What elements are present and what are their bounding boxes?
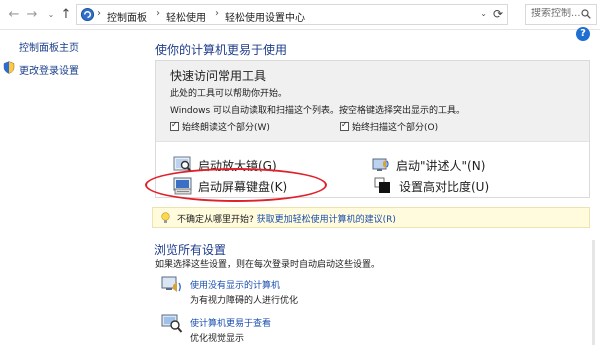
easier-to-see-icon: [161, 314, 183, 333]
tip-text: 不确定从哪里开始? 获取更加轻松使用计算机的建议(R): [177, 212, 396, 225]
make-computer-easier-to-see-desc: 优化视觉显示: [190, 334, 245, 344]
search-icon[interactable]: [581, 9, 591, 19]
quick-access-title: 快速访问常用工具: [170, 69, 267, 83]
magnifier-icon: [173, 156, 192, 173]
control-panel-home-link[interactable]: 控制面板主页: [19, 39, 79, 54]
help-icon[interactable]: ?: [576, 27, 590, 41]
no-display-icon: [161, 276, 181, 292]
always-read-label[interactable]: 始终朗读这个部分(W): [182, 120, 270, 133]
chevron-down-icon[interactable]: ⌄: [480, 9, 487, 18]
back-button[interactable]: ←: [6, 7, 22, 23]
use-computer-without-display-link[interactable]: 使用没有显示的计算机: [190, 278, 280, 291]
keyboard-icon: [173, 177, 192, 195]
start-narrator-button[interactable]: 启动"讲述人"(N): [371, 156, 511, 174]
address-bar: ← → ⌄ ↑ › 控制面板 › 轻松使用 › 轻松使用设置中心 ⌄ ⟳: [0, 0, 600, 30]
start-narrator-label[interactable]: 启动"讲述人"(N): [396, 157, 485, 174]
make-computer-easier-to-see-link[interactable]: 使计算机更易于查看: [190, 316, 271, 329]
quick-access-header: 快速访问常用工具 此处的工具可以帮助你开始。 Windows 可以自动读取和扫描…: [156, 61, 589, 142]
forward-button[interactable]: →: [24, 7, 40, 23]
breadcrumb-separator: ›: [215, 8, 219, 19]
recent-locations-dropdown[interactable]: ⌄: [43, 7, 59, 23]
quick-access-panel: 快速访问常用工具 此处的工具可以帮助你开始。 Windows 可以自动读取和扫描…: [155, 60, 590, 198]
lightbulb-icon: [161, 212, 170, 223]
vertical-scrollbar[interactable]: [589, 240, 598, 345]
breadcrumb-ease-of-access-center[interactable]: 轻松使用设置中心: [225, 9, 305, 24]
up-button[interactable]: ↑: [58, 7, 74, 23]
change-signin-settings-link[interactable]: 更改登录设置: [19, 62, 79, 77]
browse-settings-title: 浏览所有设置: [154, 243, 227, 257]
browse-settings-description: 如果选择这些设置，则在每次登录时自动启动这些设置。: [155, 260, 381, 270]
start-magnifier-button[interactable]: 启动放大镜(G): [173, 156, 313, 174]
control-panel-icon: [80, 7, 95, 22]
search-input[interactable]: [531, 8, 581, 19]
set-high-contrast-button[interactable]: 设置高对比度(U): [374, 177, 514, 195]
shield-icon: [3, 61, 15, 74]
quick-access-intro: 此处的工具可以帮助你开始。: [170, 89, 288, 99]
breadcrumb-control-panel[interactable]: 控制面板: [107, 9, 147, 24]
always-scan-checkbox[interactable]: [340, 120, 349, 131]
start-magnifier-label[interactable]: 启动放大镜(G): [198, 157, 277, 174]
page-title: 使你的计算机更易于使用: [155, 43, 288, 57]
narrator-icon: [372, 158, 389, 171]
refresh-icon[interactable]: ⟳: [493, 7, 503, 21]
always-read-checkbox[interactable]: [170, 120, 179, 131]
use-computer-without-display-desc: 为有视力障碍的人进行优化: [190, 296, 299, 306]
search-box[interactable]: [525, 4, 597, 25]
set-high-contrast-label[interactable]: 设置高对比度(U): [399, 178, 489, 195]
tip-bar: 不确定从哪里开始? 获取更加轻松使用计算机的建议(R): [152, 207, 590, 228]
breadcrumb[interactable]: › 控制面板 › 轻松使用 › 轻松使用设置中心 ⌄ ⟳: [76, 4, 508, 25]
breadcrumb-ease-of-access[interactable]: 轻松使用: [166, 9, 206, 24]
high-contrast-icon: [374, 177, 390, 193]
breadcrumb-separator: ›: [156, 8, 160, 19]
get-recommendations-link[interactable]: 获取更加轻松使用计算机的建议(R): [257, 215, 396, 225]
start-on-screen-keyboard-label[interactable]: 启动屏幕键盘(K): [198, 178, 287, 195]
tip-prefix: 不确定从哪里开始?: [177, 215, 254, 225]
breadcrumb-separator: ›: [97, 8, 101, 19]
start-on-screen-keyboard-button[interactable]: 启动屏幕键盘(K): [173, 177, 313, 195]
always-scan-label[interactable]: 始终扫描这个部分(O): [352, 120, 438, 133]
quick-access-instructions: Windows 可以自动读取和扫描这个列表。按空格键选择突出显示的工具。: [170, 106, 466, 116]
